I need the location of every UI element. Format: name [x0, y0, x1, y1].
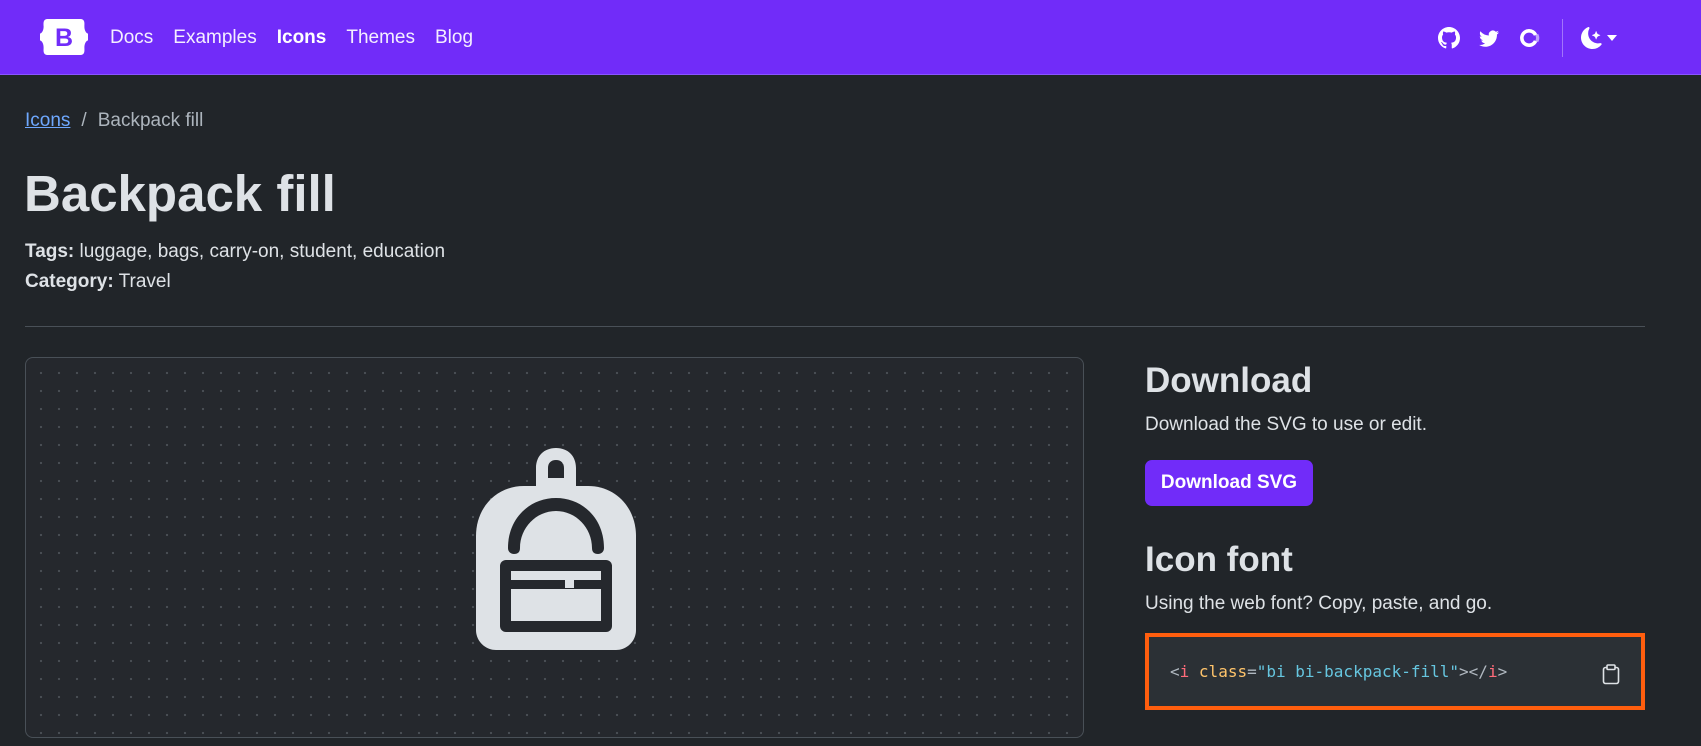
code-value: "bi bi-backpack-fill": [1256, 662, 1460, 681]
icon-font-code-snippet: <i class="bi bi-backpack-fill"></i>: [1145, 633, 1645, 710]
opencollective-icon[interactable]: [1516, 25, 1542, 51]
code-snippet: <i class="bi bi-backpack-fill"></i>: [1170, 662, 1507, 681]
nav-link-examples[interactable]: Examples: [173, 27, 256, 49]
breadcrumb-link-icons[interactable]: Icons: [25, 110, 70, 132]
twitter-icon[interactable]: [1476, 25, 1502, 51]
bootstrap-logo[interactable]: B: [38, 15, 90, 58]
github-icon[interactable]: [1436, 25, 1462, 51]
code-close-bracket: >: [1497, 662, 1508, 681]
nav-link-themes[interactable]: Themes: [346, 27, 415, 49]
icon-preview-panel: [25, 357, 1084, 738]
breadcrumb: Icons / Backpack fill: [25, 110, 203, 132]
clipboard-icon: [1602, 663, 1620, 684]
code-open-bracket: <: [1170, 662, 1180, 681]
nav-link-icons[interactable]: Icons: [277, 27, 327, 49]
top-navbar: B Docs Examples Icons Themes Blog: [0, 0, 1701, 75]
download-description: Download the SVG to use or edit.: [1145, 414, 1427, 435]
download-svg-button[interactable]: Download SVG: [1145, 460, 1313, 506]
icon-font-heading: Icon font: [1145, 540, 1293, 579]
code-close-open: ></: [1459, 662, 1488, 681]
code-close-tag: i: [1487, 662, 1498, 681]
copy-button[interactable]: [1601, 663, 1621, 685]
code-attr: class: [1198, 662, 1248, 681]
category-line: Category: Travel: [25, 271, 171, 293]
nav-right-links: [1436, 0, 1617, 75]
nav-link-docs[interactable]: Docs: [110, 27, 153, 49]
main-nav: Docs Examples Icons Themes Blog: [110, 0, 493, 75]
code-equals: =: [1247, 662, 1257, 681]
caret-down-icon: [1607, 34, 1617, 41]
section-divider: [25, 326, 1645, 327]
bootstrap-logo-icon: B: [40, 18, 88, 55]
download-heading: Download: [1145, 361, 1313, 400]
tags-value: luggage, bags, carry-on, student, educat…: [79, 241, 446, 262]
category-label: Category:: [25, 271, 114, 292]
tags-label: Tags:: [25, 241, 75, 262]
breadcrumb-current: Backpack fill: [97, 110, 204, 131]
icon-font-description: Using the web font? Copy, paste, and go.: [1145, 593, 1493, 614]
page-title: Backpack fill: [24, 165, 336, 222]
nav-link-blog[interactable]: Blog: [435, 27, 473, 49]
code-tag: i: [1179, 662, 1190, 681]
brand-letter: B: [55, 24, 73, 52]
nav-divider: [1562, 18, 1563, 57]
moon-stars-icon: [1581, 26, 1602, 49]
breadcrumb-separator: /: [81, 110, 87, 131]
tags-line: Tags: luggage, bags, carry-on, student, …: [25, 241, 445, 263]
category-value: Travel: [118, 271, 171, 292]
theme-toggle-button[interactable]: [1581, 26, 1617, 49]
backpack-fill-icon: [476, 448, 636, 650]
